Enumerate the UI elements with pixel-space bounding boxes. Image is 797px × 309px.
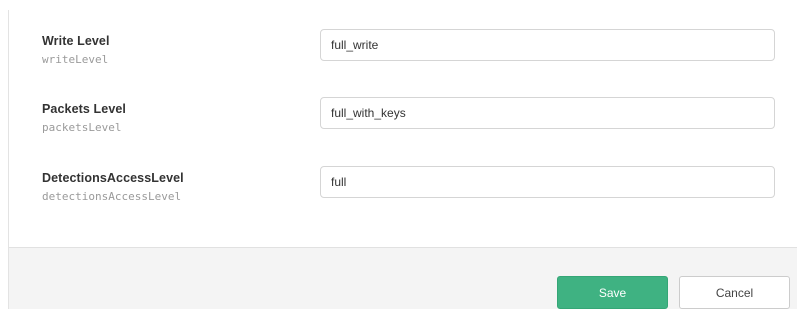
cancel-button[interactable]: Cancel xyxy=(679,276,790,309)
packets-level-key: packetsLevel xyxy=(42,121,122,134)
form-footer: Save Cancel xyxy=(9,247,797,309)
detections-access-level-label: DetectionsAccessLevel xyxy=(42,171,184,185)
write-level-input[interactable] xyxy=(320,29,775,61)
write-level-key: writeLevel xyxy=(42,53,109,66)
detections-access-level-input[interactable] xyxy=(320,166,775,198)
save-button[interactable]: Save xyxy=(557,276,668,309)
packets-level-input[interactable] xyxy=(320,97,775,129)
field-row-write-level: Write Level writeLevel xyxy=(9,27,797,77)
detections-access-level-key: detectionsAccessLevel xyxy=(42,190,182,203)
form-body: Write Level writeLevel Packets Level pac… xyxy=(9,10,797,247)
packets-level-label: Packets Level xyxy=(42,102,126,116)
write-level-label: Write Level xyxy=(42,34,110,48)
field-row-detections-access-level: DetectionsAccessLevel detectionsAccessLe… xyxy=(9,164,797,214)
settings-form-panel: Write Level writeLevel Packets Level pac… xyxy=(8,10,797,309)
field-row-packets-level: Packets Level packetsLevel xyxy=(9,95,797,145)
